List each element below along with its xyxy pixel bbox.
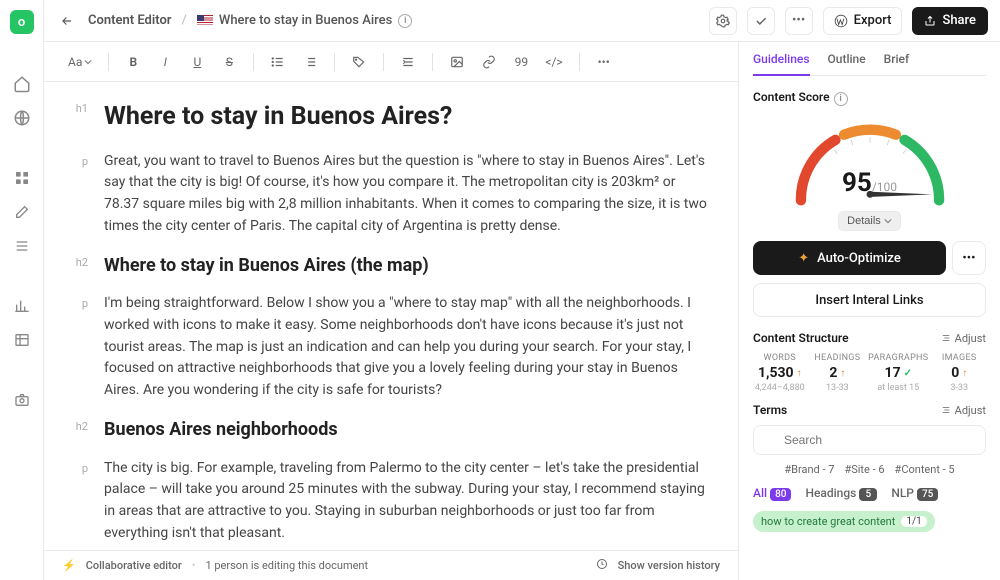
details-button[interactable]: Details [838, 211, 901, 231]
adjust-structure-button[interactable]: Adjust [941, 332, 986, 345]
pill-content[interactable]: #Content - 5 [895, 463, 955, 476]
breadcrumb-root[interactable]: Content Editor [88, 13, 172, 28]
app-logo[interactable]: o [10, 10, 34, 34]
persons-editing-label: 1 person is editing this document [205, 559, 368, 572]
bolt-icon: ⚡ [62, 559, 76, 572]
share-icon [924, 15, 936, 27]
panel-tabs: Guidelines Outline Brief [753, 52, 986, 76]
block-marker: h2 [62, 416, 88, 444]
adjust-terms-button[interactable]: Adjust [941, 404, 986, 417]
link-button[interactable] [477, 50, 501, 74]
main-column: Content Editor / Where to stay in Buenos… [44, 0, 1000, 580]
doc-h1[interactable]: Where to stay in Buenos Aires? [104, 98, 708, 137]
font-selector[interactable]: Aa [64, 50, 96, 74]
wordpress-icon [834, 14, 848, 28]
toolbar-more-button[interactable]: ••• [592, 50, 616, 74]
topbar: Content Editor / Where to stay in Buenos… [44, 0, 1000, 42]
tab-outline[interactable]: Outline [828, 52, 866, 75]
auto-optimize-button[interactable]: ✦Auto-Optimize [753, 241, 946, 275]
block-marker: h2 [62, 252, 88, 280]
info-icon[interactable]: i [398, 14, 412, 28]
rail-globe-icon[interactable] [12, 108, 32, 128]
breadcrumb-sep: / [182, 13, 187, 28]
term-tab-headings[interactable]: Headings 5 [805, 486, 877, 501]
term-tab-nlp[interactable]: NLP 75 [891, 486, 938, 501]
formatting-toolbar: Aa B I U S 99 </> [44, 42, 738, 82]
terms-search-input[interactable] [753, 425, 986, 455]
content-score-label: Content Scorei [753, 90, 848, 106]
tab-guidelines[interactable]: Guidelines [753, 52, 810, 76]
block-marker: h1 [62, 98, 88, 137]
tag-button[interactable] [347, 50, 371, 74]
term-chip[interactable]: how to create great content1/1 [753, 511, 935, 532]
block-marker: p [62, 293, 88, 401]
rail-table-icon[interactable] [12, 330, 32, 350]
pill-brand[interactable]: #Brand - 7 [784, 463, 834, 476]
score-max: /100 [872, 180, 897, 194]
document-editor[interactable]: h1Where to stay in Buenos Aires? pGreat,… [44, 82, 738, 550]
code-button[interactable]: </> [541, 50, 566, 74]
more-button[interactable]: ••• [785, 7, 813, 35]
export-button[interactable]: Export [823, 7, 903, 35]
right-panel: Guidelines Outline Brief Content Scorei [738, 42, 1000, 580]
doc-paragraph[interactable]: The city is big. For example, traveling … [104, 458, 708, 545]
left-rail: o [0, 0, 44, 580]
info-icon[interactable]: i [834, 92, 848, 106]
content-structure-label: Content Structure [753, 331, 849, 345]
version-history-link[interactable]: Show version history [618, 559, 720, 572]
underline-button[interactable]: U [185, 50, 209, 74]
numbered-list-button[interactable] [298, 50, 322, 74]
doc-h2[interactable]: Buenos Aires neighborhoods [104, 416, 708, 444]
rail-chart-icon[interactable] [12, 296, 32, 316]
share-button[interactable]: Share [912, 7, 988, 35]
approve-button[interactable] [747, 7, 775, 35]
term-pills: #Brand - 7 #Site - 6 #Content - 5 [753, 463, 986, 476]
flag-us-icon [197, 15, 213, 26]
quote-button[interactable]: 99 [509, 50, 533, 74]
block-marker: p [62, 458, 88, 545]
settings-button[interactable] [709, 7, 737, 35]
term-tabs: All 80 Headings 5 NLP 75 [753, 486, 986, 501]
term-tab-all[interactable]: All 80 [753, 486, 791, 501]
tab-brief[interactable]: Brief [884, 52, 910, 75]
structure-metrics: WORDS1,530↑4,244–4,880 HEADINGS2↑13-33 P… [753, 353, 986, 393]
rail-camera-icon[interactable] [12, 390, 32, 410]
rail-edit-icon[interactable] [12, 202, 32, 222]
rail-home-icon[interactable] [12, 74, 32, 94]
rail-list-icon[interactable] [12, 236, 32, 256]
terms-label: Terms [753, 403, 787, 417]
editor-area: Aa B I U S 99 </> [44, 42, 738, 580]
doc-h2[interactable]: Where to stay in Buenos Aires (the map) [104, 252, 708, 280]
indent-button[interactable] [396, 50, 420, 74]
rail-apps-icon[interactable] [12, 168, 32, 188]
sparkle-icon: ✦ [798, 251, 809, 266]
bullet-list-button[interactable] [266, 50, 290, 74]
collab-label: Collaborative editor [86, 559, 182, 572]
score-value: 95 [842, 168, 872, 198]
history-icon [596, 558, 608, 573]
insert-links-button[interactable]: Insert Interal Links [753, 283, 986, 317]
status-bar: ⚡ Collaborative editor • 1 person is edi… [44, 550, 738, 580]
italic-button[interactable]: I [153, 50, 177, 74]
block-marker: p [62, 151, 88, 238]
back-button[interactable] [56, 10, 78, 32]
image-button[interactable] [445, 50, 469, 74]
auto-more-button[interactable]: ••• [952, 241, 986, 275]
score-gauge: 95/100 [780, 114, 960, 209]
doc-paragraph[interactable]: Great, you want to travel to Buenos Aire… [104, 151, 708, 238]
breadcrumb-title[interactable]: Where to stay in Buenos Aires i [197, 13, 412, 28]
strike-button[interactable]: S [217, 50, 241, 74]
pill-site[interactable]: #Site - 6 [844, 463, 884, 476]
doc-paragraph[interactable]: I'm being straightforward. Below I show … [104, 293, 708, 401]
bold-button[interactable]: B [121, 50, 145, 74]
